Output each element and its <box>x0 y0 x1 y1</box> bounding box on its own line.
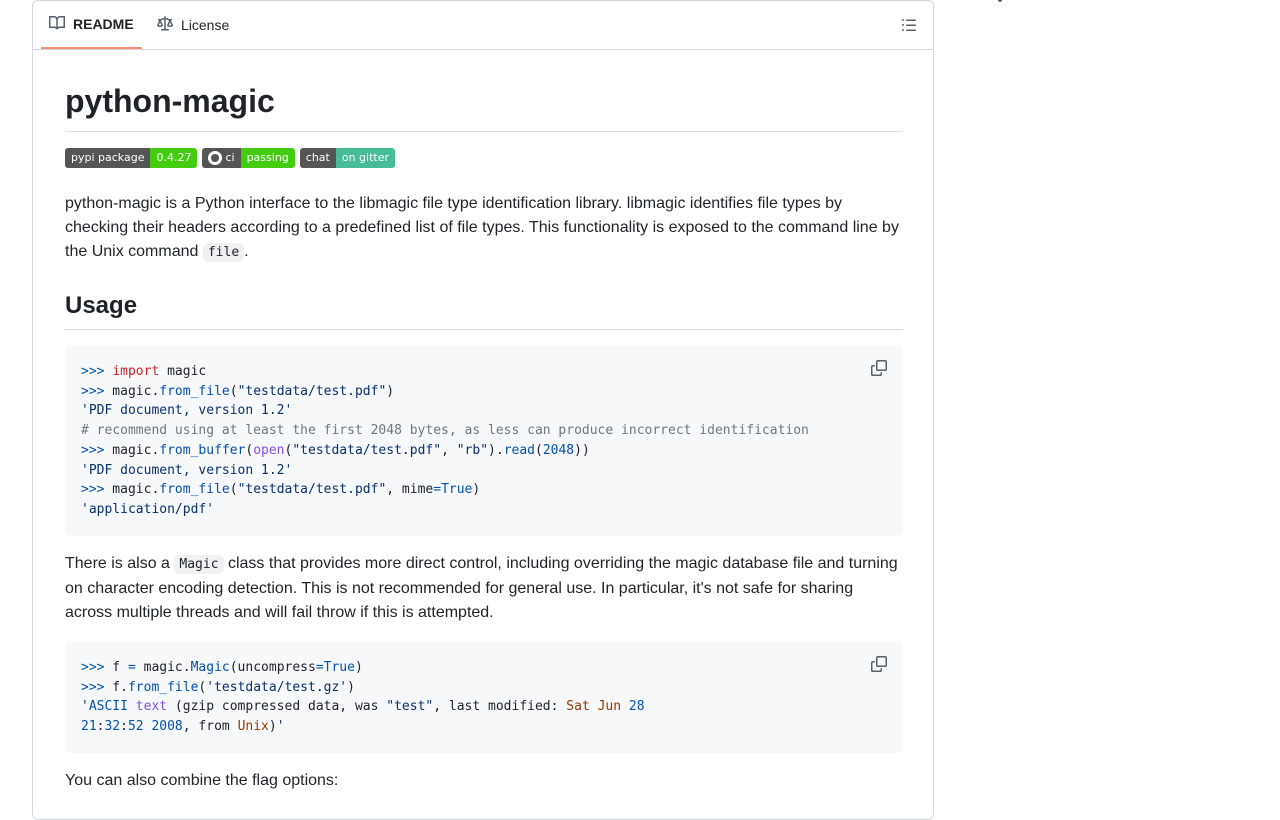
readme-article: python-magic pypi package 0.4.27 ci pass… <box>65 49 903 793</box>
ci-badge-value: passing <box>240 148 295 168</box>
pypi-badge-value: 0.4.27 <box>150 148 198 168</box>
code-block-usage: >>> import magic >>> magic.from_file("te… <box>65 346 903 536</box>
combine-flags-paragraph: You can also combine the flag options: <box>65 772 339 789</box>
law-icon <box>157 15 173 35</box>
copy-icon <box>871 656 887 676</box>
code-line: >>> magic.from_file("testdata/test.pdf",… <box>81 482 481 498</box>
pypi-badge-label: pypi package <box>65 148 151 168</box>
overflow-dot <box>998 0 1002 2</box>
chat-badge-label: chat <box>299 148 336 168</box>
readme-title: python-magic <box>65 85 903 132</box>
code-line: 'PDF document, version 1.2' <box>81 462 293 478</box>
book-icon <box>49 15 66 34</box>
ci-badge[interactable]: ci passing <box>202 148 295 168</box>
outline-toggle-button[interactable] <box>901 17 917 33</box>
usage-heading: Usage <box>65 291 903 330</box>
intro-tail: . <box>244 243 249 260</box>
tab-license[interactable]: License <box>149 1 237 49</box>
copy-icon <box>871 360 887 380</box>
code-line: 'PDF document, version 1.2' <box>81 403 293 419</box>
readme-panel: README License python-magic pypi package… <box>32 0 934 820</box>
readme-tabbar: README License <box>33 1 933 50</box>
inline-code-file: file <box>202 243 245 262</box>
para2-pre: There is also a <box>65 555 175 572</box>
code-line: >>> magic.from_buffer(open("testdata/tes… <box>81 442 590 458</box>
chat-badge-value: on gitter <box>335 148 396 168</box>
magic-class-paragraph: There is also a Magic class that provide… <box>65 552 903 625</box>
code-line: >>> magic.from_file("testdata/test.pdf") <box>81 383 395 399</box>
tab-license-label: License <box>181 17 230 33</box>
code-line: # recommend using at least the first 204… <box>81 423 809 439</box>
code-line: >>> import magic <box>81 364 207 379</box>
tab-readme-label: README <box>73 16 134 32</box>
pypi-badge[interactable]: pypi package 0.4.27 <box>65 148 198 168</box>
code-magic-class: >>> f = magic.Magic(uncompress=True) >>>… <box>81 658 887 737</box>
ci-badge-left: ci <box>202 148 241 168</box>
intro-paragraph: python-magic is a Python interface to th… <box>65 192 903 265</box>
inline-code-magic: Magic <box>174 555 224 574</box>
ci-badge-label: ci <box>225 151 235 164</box>
code-line: >>> f = magic.Magic(uncompress=True) <box>81 660 363 675</box>
chat-badge[interactable]: chat on gitter <box>299 148 396 168</box>
code-usage: >>> import magic >>> magic.from_file("te… <box>81 362 887 520</box>
badge-row: pypi package 0.4.27 ci passing chat on g… <box>65 148 903 168</box>
tab-readme[interactable]: README <box>41 1 142 49</box>
copy-button-usage[interactable] <box>871 360 887 376</box>
list-unordered-icon <box>901 19 917 37</box>
github-icon <box>208 151 223 165</box>
copy-button-magic-class[interactable] <box>871 656 887 672</box>
code-block-magic-class: >>> f = magic.Magic(uncompress=True) >>>… <box>65 642 903 753</box>
intro-text: python-magic is a Python interface to th… <box>65 195 899 260</box>
code-line: 21:32:52 2008, from Unix)' <box>81 719 285 735</box>
code-line: 'application/pdf' <box>81 501 215 517</box>
code-line: 'ASCII text (gzip compressed data, was "… <box>81 699 645 715</box>
code-line: >>> f.from_file('testdata/test.gz') <box>81 679 355 695</box>
